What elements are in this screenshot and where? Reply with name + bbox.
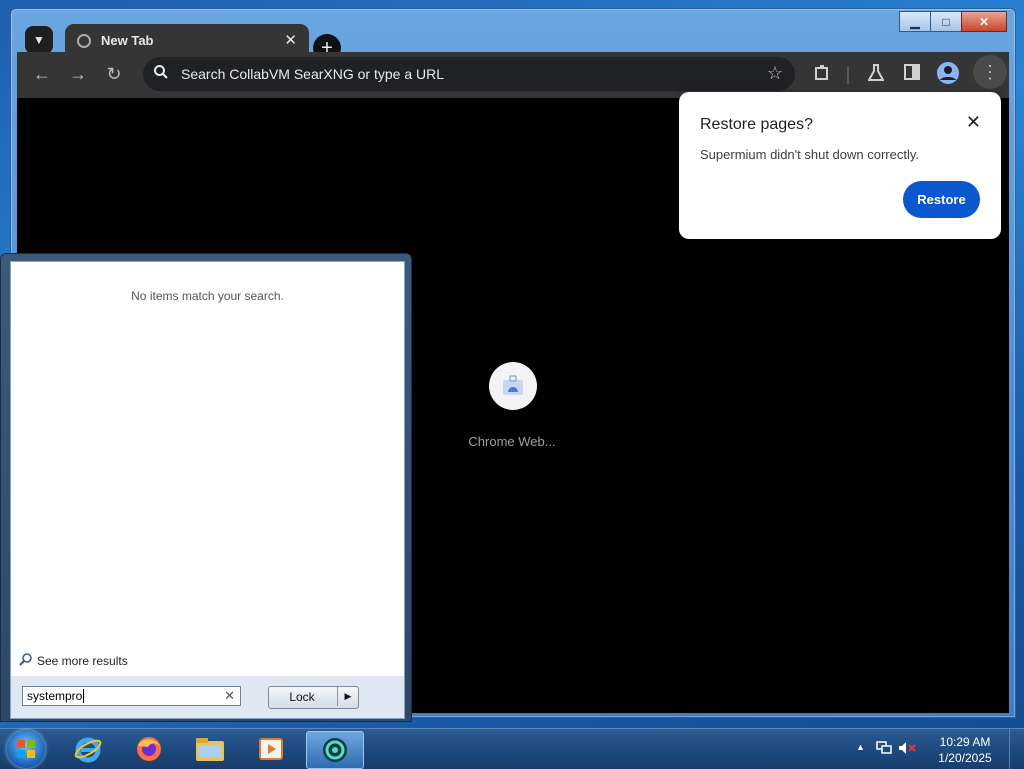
address-bar-placeholder: Search CollabVM SearXNG or type a URL — [181, 66, 444, 82]
dialog-message: Supermium didn't shut down correctly. — [700, 147, 920, 162]
show-desktop-button[interactable] — [1009, 729, 1024, 769]
labs-flask-icon[interactable] — [865, 64, 887, 87]
start-menu-footer: systempro ✕ Lock ▶ — [10, 676, 405, 719]
close-window-button[interactable]: ✕ — [961, 11, 1007, 32]
taskbar-media-player[interactable] — [246, 731, 296, 767]
forward-arrow-icon[interactable]: → — [67, 64, 89, 85]
lock-button[interactable]: Lock ▶ — [268, 686, 359, 709]
restore-button[interactable]: Restore — [903, 181, 980, 218]
maximize-button[interactable]: □ — [930, 11, 962, 32]
search-input-value: systempro — [27, 689, 83, 703]
start-menu: No items match your search. See more res… — [0, 253, 412, 722]
reload-icon[interactable]: ↻ — [103, 64, 125, 85]
start-button[interactable] — [7, 730, 45, 768]
show-hidden-icons-arrow-icon[interactable]: ▲ — [856, 742, 865, 752]
volume-muted-icon[interactable] — [898, 741, 916, 758]
shortcut-chrome-web-store[interactable] — [489, 362, 537, 410]
folder-icon — [196, 738, 224, 761]
taskbar-firefox[interactable] — [124, 731, 174, 767]
media-player-icon — [259, 738, 283, 760]
clock-date: 1/20/2025 — [938, 751, 992, 765]
side-panel-icon[interactable] — [901, 64, 923, 85]
clock-time: 10:29 AM — [939, 735, 991, 749]
search-icon — [19, 652, 33, 669]
windows-logo-icon — [17, 740, 35, 758]
search-results-pane: No items match your search. See more res… — [10, 261, 405, 677]
tab-search-button[interactable]: ▼ — [25, 26, 53, 54]
tab-title: New Tab — [101, 33, 154, 48]
globe-icon — [77, 34, 91, 48]
restore-pages-dialog: Restore pages? ✕ Supermium didn't shut d… — [679, 92, 1001, 239]
taskbar-supermium[interactable] — [306, 731, 364, 769]
tab-strip: ▼ New Tab ✕ + — [17, 17, 815, 62]
bookmark-star-icon[interactable]: ☆ — [767, 63, 783, 84]
back-arrow-icon[interactable]: ← — [31, 64, 53, 85]
supermium-icon — [323, 738, 347, 762]
dialog-title: Restore pages? — [700, 116, 813, 133]
profile-avatar-icon[interactable] — [937, 62, 959, 89]
see-more-results-link[interactable]: See more results — [19, 652, 128, 669]
taskbar-internet-explorer[interactable] — [63, 731, 113, 767]
system-tray: ▲ 10:29 AM 1/20/2025 — [854, 729, 1024, 769]
taskbar-file-explorer[interactable] — [185, 731, 235, 767]
lock-label: Lock — [289, 690, 315, 704]
clear-search-icon[interactable]: ✕ — [224, 688, 235, 704]
minimize-button[interactable]: ▁ — [899, 11, 931, 32]
chrome-web-store-icon — [503, 375, 523, 395]
start-search-input[interactable]: systempro ✕ — [22, 686, 241, 706]
close-tab-icon[interactable]: ✕ — [284, 31, 297, 49]
extensions-icon[interactable] — [811, 64, 833, 87]
taskbar-clock[interactable]: 10:29 AM 1/20/2025 — [932, 734, 998, 766]
see-more-label: See more results — [37, 653, 128, 668]
close-icon[interactable]: ✕ — [966, 112, 981, 133]
search-icon — [153, 64, 169, 85]
toolbar-separator: | — [845, 64, 851, 84]
internet-explorer-icon — [74, 737, 102, 763]
chevron-down-icon: ▼ — [33, 33, 45, 47]
address-bar[interactable]: Search CollabVM SearXNG or type a URL ☆ — [143, 57, 795, 91]
no-results-message: No items match your search. — [131, 289, 284, 303]
menu-kebab-icon[interactable]: ⋮ — [973, 55, 1007, 89]
shortcut-label: Chrome Web... — [468, 434, 556, 449]
network-icon[interactable] — [876, 741, 892, 758]
firefox-icon — [137, 737, 161, 761]
taskbar: ▲ 10:29 AM 1/20/2025 — [0, 728, 1024, 769]
shutdown-options-arrow-icon[interactable]: ▶ — [337, 687, 358, 706]
window-controls: ▁ □ ✕ — [899, 11, 1007, 32]
